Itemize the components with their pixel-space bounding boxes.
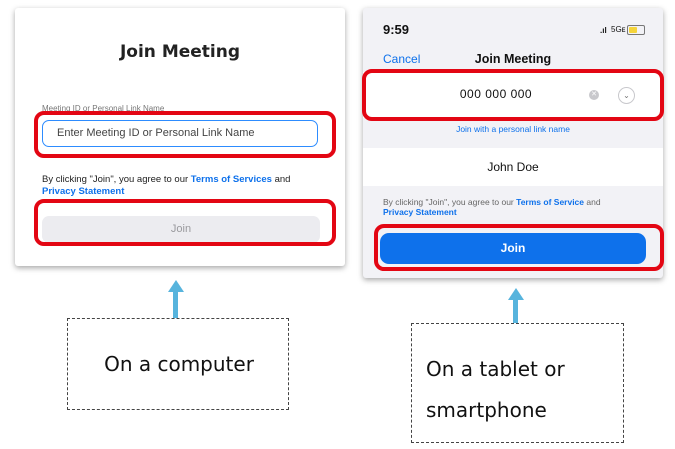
battery-icon — [627, 25, 645, 35]
name-field[interactable]: John Doe — [363, 160, 663, 174]
network-label: 5Gᴇ — [611, 25, 626, 34]
highlight-phone-join — [374, 224, 664, 271]
phone-terms-text: By clicking "Join", you agree to our Ter… — [383, 197, 651, 217]
privacy-statement-link[interactable]: Privacy Statement — [42, 186, 124, 197]
caption-mobile: On a tablet or smartphone — [411, 323, 624, 443]
caption-mobile-line2: smartphone — [426, 398, 547, 422]
privacy-statement-link[interactable]: Privacy Statement — [383, 207, 457, 217]
highlight-desktop-input — [34, 111, 336, 158]
caption-mobile-line1: On a tablet or — [426, 357, 565, 381]
status-time: 9:59 — [383, 22, 410, 37]
battery-level — [629, 27, 637, 33]
terms-and: and — [584, 197, 601, 207]
terms-of-service-link[interactable]: Terms of Service — [516, 197, 584, 207]
name-row[interactable]: John Doe — [363, 148, 663, 186]
terms-and: and — [271, 174, 291, 185]
cancel-button[interactable]: Cancel — [383, 52, 420, 66]
highlight-phone-input — [362, 69, 664, 121]
terms-prefix: By clicking "Join", you agree to our — [42, 174, 191, 185]
personal-link-button[interactable]: Join with a personal link name — [363, 124, 663, 134]
terms-prefix: By clicking "Join", you agree to our — [383, 197, 517, 207]
highlight-desktop-join — [34, 199, 336, 246]
caption-computer-text: On a computer — [104, 352, 254, 376]
desktop-terms-text: By clicking "Join", you agree to our Ter… — [42, 174, 332, 198]
terms-of-service-link[interactable]: Terms of Services — [191, 174, 272, 185]
caption-computer: On a computer — [67, 318, 289, 410]
desktop-title: Join Meeting — [119, 42, 241, 62]
signal-icon: .ıl — [600, 26, 607, 35]
